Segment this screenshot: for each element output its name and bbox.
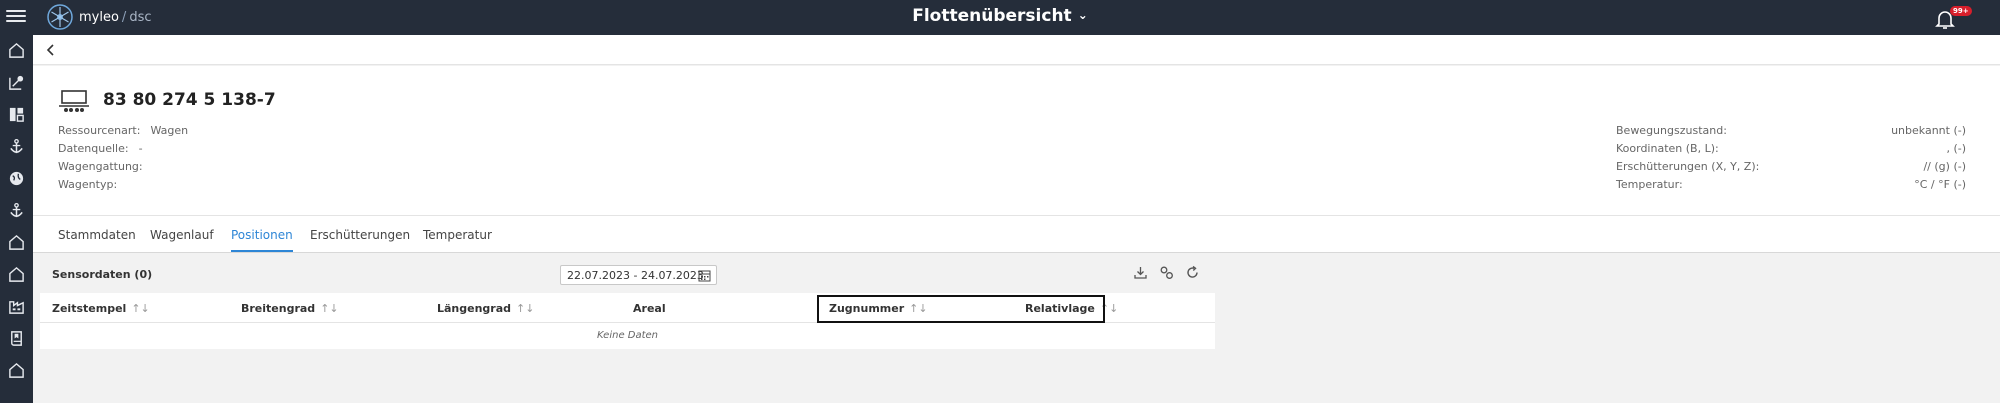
sort-icon: ↑↓ [131, 302, 150, 315]
sidebar-item-home[interactable] [0, 36, 33, 64]
resource-title: 83 80 274 5 138-7 [103, 90, 276, 110]
page-title-dropdown[interactable]: Flottenübersicht ⌄ [0, 6, 2000, 26]
back-row [33, 35, 2000, 65]
download-icon [1134, 267, 1147, 279]
prop-label: Temperatur: [1616, 178, 1683, 191]
logo-separator: / [121, 9, 127, 25]
sidebar-item-map[interactable] [0, 68, 33, 96]
prop-value: // (g) (-) [1923, 160, 1966, 173]
column-laengengrad[interactable]: Längengrad ↑↓ [437, 302, 534, 315]
anchor-icon [10, 138, 23, 153]
sidebar-item-anchor[interactable] [0, 132, 33, 160]
prop-ressourcenart: Ressourcenart: Wagen [58, 124, 188, 142]
sort-icon: ↑↓ [320, 302, 339, 315]
column-zugnummer[interactable]: Zugnummer ↑↓ [829, 302, 928, 315]
tab-wagenlauf[interactable]: Wagenlauf [150, 228, 214, 250]
tab-positionen[interactable]: Positionen [231, 228, 293, 252]
left-sidebar [0, 35, 33, 403]
home-icon [9, 266, 24, 282]
back-arrow-icon[interactable] [43, 42, 59, 58]
menu-icon[interactable] [6, 7, 26, 27]
prop-label: Bewegungszustand: [1616, 124, 1727, 137]
prop-label: Wagentyp: [58, 178, 118, 191]
prop-label: Erschütterungen (X, Y, Z): [1616, 160, 1760, 173]
prop-label: Wagengattung: [58, 160, 143, 173]
prop-value: °C / °F (-) [1914, 178, 1966, 191]
home-icon [9, 362, 24, 378]
factory-icon [9, 300, 24, 314]
app-logo[interactable]: myleo / dsc [46, 3, 152, 31]
column-breitengrad[interactable]: Breitengrad ↑↓ [241, 302, 339, 315]
tab-stammdaten[interactable]: Stammdaten [58, 228, 136, 250]
download-button[interactable] [1133, 265, 1151, 283]
tab-erschuetterungen[interactable]: Erschütterungen [310, 228, 410, 250]
logo-name: myleo [79, 9, 119, 25]
column-label: Areal [633, 302, 666, 315]
column-zeitstempel[interactable]: Zeitstempel ↑↓ [52, 302, 150, 315]
date-range-picker[interactable]: 22.07.2023 - 24.07.2023 [560, 265, 717, 285]
prop-value: , (-) [1946, 142, 1966, 155]
wagon-icon [59, 90, 89, 112]
sensor-data-title: Sensordaten (0) [52, 268, 153, 281]
prop-datenquelle: Datenquelle: - [58, 142, 188, 160]
prop-value: unbekannt (-) [1891, 124, 1966, 137]
resource-header: 83 80 274 5 138-7 Ressourcenart: Wagen Da… [33, 66, 2000, 215]
refresh-button[interactable] [1185, 265, 1203, 283]
sort-icon: ↑↓ [516, 302, 535, 315]
sidebar-item-dashboard[interactable] [0, 100, 33, 128]
column-label: Zugnummer [829, 302, 905, 315]
sort-icon: ↑↓ [1099, 302, 1119, 315]
empty-state: Keine Daten [596, 330, 659, 341]
top-bar: myleo / dsc Flottenübersicht ⌄ 99+ [0, 0, 2000, 35]
prop-label: Ressourcenart: [58, 124, 141, 137]
prop-bewegungszustand: Bewegungszustand: unbekannt (-) [1616, 124, 1966, 142]
prop-wagentyp: Wagentyp: [58, 178, 188, 196]
anchor-icon [10, 202, 23, 217]
notification-badge: 99+ [1950, 6, 1972, 16]
column-label: Zeitstempel [52, 302, 127, 315]
column-label: Längengrad [437, 302, 512, 315]
date-range-value: 22.07.2023 - 24.07.2023 [567, 269, 704, 282]
refresh-icon [1187, 265, 1198, 278]
settings-button[interactable] [1159, 265, 1177, 283]
sidebar-item-home-2[interactable] [0, 228, 33, 256]
sidebar-item-anchor-2[interactable] [0, 196, 33, 224]
prop-temperatur: Temperatur: °C / °F (-) [1616, 178, 1966, 196]
sort-icon: ↑↓ [909, 302, 928, 315]
table-header: Zeitstempel ↑↓ Breitengrad ↑↓ Längengrad ↑↓… [40, 293, 1215, 323]
gears-icon [1160, 266, 1173, 279]
column-label: Breitengrad [241, 302, 316, 315]
right-properties: Bewegungszustand: unbekannt (-) Koordinat… [1616, 124, 1966, 196]
sidebar-item-globe[interactable] [0, 164, 33, 192]
sidebar-item-factory[interactable] [0, 292, 33, 320]
logo-sub: dsc [129, 9, 152, 25]
map-pin-icon [9, 75, 24, 90]
dashboard-icon [9, 107, 24, 122]
prop-label: Datenquelle: [58, 142, 129, 155]
sidebar-item-home-3[interactable] [0, 260, 33, 288]
prop-erschuetterungen: Erschütterungen (X, Y, Z): // (g) (-) [1616, 160, 1966, 178]
chevron-down-icon: ⌄ [1077, 8, 1088, 22]
globe-icon [9, 171, 24, 185]
tab-temperatur[interactable]: Temperatur [423, 228, 492, 250]
prop-koordinaten: Koordinaten (B, L): , (-) [1616, 142, 1966, 160]
column-areal: Areal [633, 302, 666, 315]
prop-wagengattung: Wagengattung: [58, 160, 188, 178]
tab-bar: Stammdaten Wagenlauf Positionen Erschütt… [33, 215, 2000, 253]
home-icon [9, 234, 24, 250]
column-relativlage[interactable]: Relativlage ↑↓ [1025, 302, 1118, 315]
sidebar-item-book[interactable] [0, 324, 33, 352]
column-label: Relativlage [1025, 302, 1095, 315]
book-icon [11, 330, 22, 346]
home-icon [9, 42, 24, 58]
calendar-icon [698, 270, 711, 282]
sidebar-item-home-4[interactable] [0, 356, 33, 384]
page-title: Flottenübersicht [912, 6, 1072, 26]
prop-label: Koordinaten (B, L): [1616, 142, 1719, 155]
left-properties: Ressourcenart: Wagen Datenquelle: - Wageng… [58, 124, 188, 196]
positions-table: Zeitstempel ↑↓ Breitengrad ↑↓ Längengrad ↑↓… [40, 293, 1215, 349]
logo-icon [47, 4, 73, 30]
prop-value: - [138, 142, 143, 155]
prop-value: Wagen [150, 124, 189, 137]
